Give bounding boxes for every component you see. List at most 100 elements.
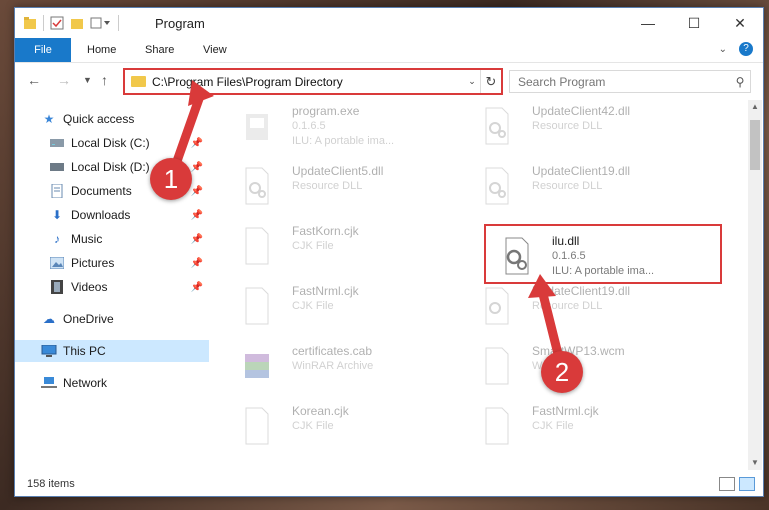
address-bar[interactable]: C:\Program Files\Program Directory ⌄ ↻ [123,68,503,95]
pin-icon[interactable]: 📌 [191,282,203,293]
file-type: CJK File [292,420,334,432]
back-button[interactable]: ← [27,72,41,88]
file-item[interactable]: FastNrml.cjk CJK File [230,280,466,336]
sidebar-item-label: Local Disk (C:) [71,136,150,150]
sidebar-item-onedrive[interactable]: ☁ OneDrive [15,308,209,330]
sidebar-item-this-pc[interactable]: This PC [15,340,209,362]
scroll-up-icon[interactable]: ▲ [748,100,762,114]
expand-ribbon-icon[interactable]: ⌄ [719,44,727,55]
sidebar-item-pictures[interactable]: Pictures 📌 [15,252,209,274]
customize-toolbar-icon[interactable] [90,16,112,30]
dll-icon [245,167,269,205]
sidebar-item-quick-access[interactable]: ★ Quick access [15,108,209,130]
sidebar-item-label: Music [71,232,103,246]
up-button[interactable]: ↑ [101,72,108,88]
file-type: CJK File [292,240,334,252]
file-type: Resource DLL [532,300,603,312]
sidebar-item-label: Network [63,376,108,390]
scroll-down-icon[interactable]: ▼ [748,456,762,470]
file-name: program.exe [292,104,360,118]
file-type: CJK File [532,420,574,432]
sidebar-item-music[interactable]: ♪ Music 📌 [15,228,209,250]
file-name: FastKorn.cjk [292,224,359,238]
file-highlight-box [484,224,722,284]
tab-home[interactable]: Home [75,38,128,62]
search-box[interactable]: ⚲ [509,70,751,93]
sidebar-item-label: Pictures [71,256,115,270]
file-item[interactable]: FastKorn.cjk CJK File [230,220,466,276]
download-icon: ⬇ [51,208,63,222]
search-input[interactable] [510,73,730,90]
sidebar-item-label: Downloads [71,208,131,222]
dll-icon [485,287,509,325]
minimize-button[interactable]: — [625,8,671,38]
pin-icon[interactable]: 📌 [191,138,203,149]
file-name: Korean.cjk [292,404,349,418]
sidebar-item-label: Documents [71,184,132,198]
file-version: 0.1.6.5 [292,120,326,132]
pin-icon[interactable]: 📌 [191,258,203,269]
sidebar-item-label: OneDrive [63,312,114,326]
sidebar-item-local-disk-c[interactable]: Local Disk (C:) 📌 [15,132,209,154]
file-item[interactable]: UpdateClient19.dll Resource DLL [470,280,706,336]
sidebar-item-network[interactable]: Network [15,372,209,394]
file-description: ILU: A portable ima... [292,135,395,147]
sidebar-item-label: Local Disk (D:) [71,160,150,174]
help-icon[interactable]: ? [739,42,753,56]
music-icon: ♪ [54,232,60,246]
file-item[interactable]: program.exe 0.1.6.5 ILU: A portable ima.… [230,100,466,156]
scroll-thumb[interactable] [750,120,760,170]
window-title: Program [155,16,205,31]
dll-icon [485,107,509,145]
file-item[interactable]: FastNrml.cjk CJK File [470,400,706,456]
large-icons-view-icon[interactable] [739,477,755,491]
vertical-scrollbar[interactable]: ▲ ▼ [748,100,762,470]
dll-icon [485,167,509,205]
step-1-badge: 1 [150,158,192,200]
sidebar-item-downloads[interactable]: ⬇ Downloads 📌 [15,204,209,226]
file-name: SmartWP13.wcm [532,344,625,358]
tab-file[interactable]: File [15,38,71,62]
file-item[interactable]: Korean.cjk CJK File [230,400,466,456]
refresh-button[interactable]: ↻ [480,70,501,93]
document-icon [245,287,269,325]
search-icon[interactable]: ⚲ [730,75,750,89]
chevron-down-icon[interactable]: ⌄ [464,76,480,87]
tab-share[interactable]: Share [133,38,186,62]
videos-icon [49,280,65,294]
divider [43,15,44,31]
close-button[interactable]: ✕ [717,8,763,38]
address-path[interactable]: C:\Program Files\Program Directory [152,75,464,89]
details-view-icon[interactable] [719,477,735,491]
maximize-button[interactable]: ☐ [671,8,717,38]
file-item[interactable]: UpdateClient5.dll Resource DLL [230,160,466,216]
new-folder-icon[interactable] [70,16,84,30]
file-item[interactable]: UpdateClient42.dll Resource DLL [470,100,706,156]
document-icon [245,227,269,265]
file-item[interactable]: UpdateClient19.dll Resource DLL [470,160,706,216]
cloud-icon: ☁ [43,312,55,326]
network-icon [41,376,57,390]
pin-icon[interactable]: 📌 [191,162,203,173]
tab-view[interactable]: View [191,38,239,62]
divider [118,15,119,31]
recent-locations-button[interactable]: ▼ [83,75,92,85]
drive-icon [49,136,65,150]
item-count: 158 items [27,478,75,490]
file-name: UpdateClient42.dll [532,104,631,118]
pin-icon[interactable]: 📌 [191,186,203,197]
properties-icon[interactable] [50,16,64,30]
document-icon [485,347,509,385]
folder-icon [131,76,146,87]
pictures-icon [49,256,65,270]
pin-icon[interactable]: 📌 [191,210,203,221]
file-item[interactable]: SmartWP13.wcm WCM File [470,340,706,396]
file-item[interactable]: certificates.cab WinRAR Archive [230,340,466,396]
exe-icon [246,114,268,140]
pin-icon[interactable]: 📌 [191,234,203,245]
quick-access-toolbar [23,14,119,32]
forward-button[interactable]: → [57,72,71,88]
sidebar-item-videos[interactable]: Videos 📌 [15,276,209,298]
sidebar-item-label: Videos [71,280,108,294]
document-icon [245,407,269,445]
